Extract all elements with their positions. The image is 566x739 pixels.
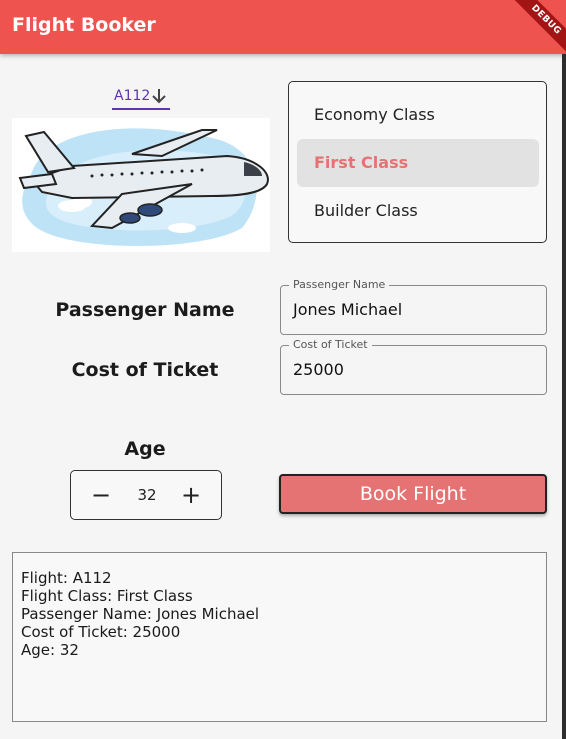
airplane-image [12, 118, 270, 252]
cost-of-ticket-label: Cost of Ticket [71, 359, 219, 381]
cost-of-ticket-value: 25000 [293, 360, 344, 379]
flight-dropdown[interactable]: A112 [112, 84, 170, 110]
age-label: Age [124, 438, 166, 460]
cost-of-ticket-field-label: Cost of Ticket [289, 338, 372, 351]
app-bar: Flight Booker DEBUG [0, 0, 566, 54]
class-option-builder[interactable]: Builder Class [297, 187, 539, 235]
decrement-button[interactable]: − [87, 481, 115, 509]
summary-line-class: Flight Class: First Class [21, 587, 193, 605]
passenger-name-field[interactable]: Passenger Name Jones Michael [280, 278, 547, 335]
flight-dropdown-value: A112 [114, 88, 151, 104]
passenger-name-label: Passenger Name [55, 299, 235, 321]
flight-class-list: Economy Class First Class Builder Class [288, 81, 547, 243]
increment-button[interactable]: + [177, 481, 205, 509]
booking-summary: Flight: A112 Flight Class: First Class P… [12, 552, 547, 722]
arrow-down-icon [150, 87, 168, 109]
summary-line-flight: Flight: A112 [21, 569, 112, 587]
app-title: Flight Booker [12, 14, 156, 36]
age-stepper: − 32 + [70, 470, 222, 520]
summary-line-passenger: Passenger Name: Jones Michael [21, 605, 260, 623]
class-option-first[interactable]: First Class [297, 139, 539, 187]
class-option-economy[interactable]: Economy Class [297, 91, 539, 139]
book-flight-button[interactable]: Book Flight [279, 474, 547, 514]
window-edge [562, 54, 566, 739]
debug-banner: DEBUG [504, 0, 566, 54]
summary-lines: Flight: A112 Flight Class: First Class P… [21, 569, 259, 659]
age-value: 32 [137, 486, 157, 504]
summary-line-age: Age: 32 [21, 641, 79, 659]
passenger-name-field-label: Passenger Name [289, 278, 390, 291]
summary-line-cost: Cost of Ticket: 25000 [21, 623, 181, 641]
cost-of-ticket-field[interactable]: Cost of Ticket 25000 [280, 338, 547, 395]
passenger-name-value: Jones Michael [293, 300, 403, 319]
